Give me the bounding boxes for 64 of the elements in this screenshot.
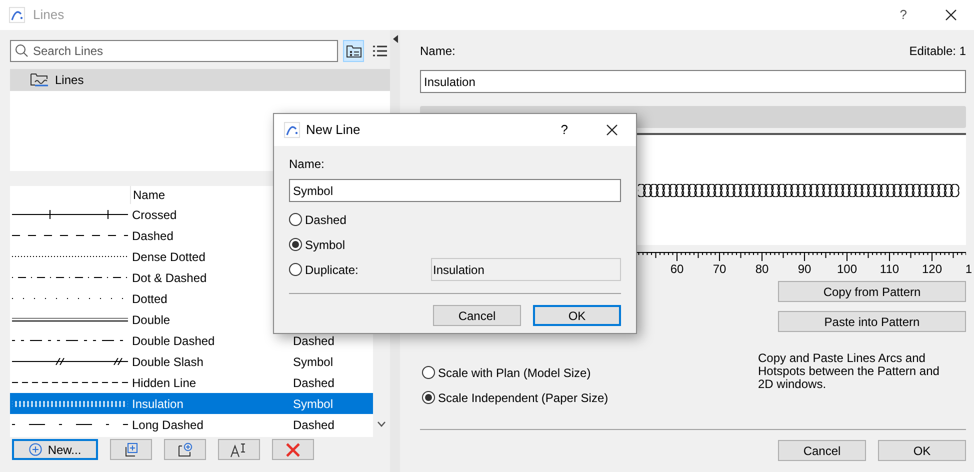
folder-plus-icon	[177, 442, 193, 458]
scroll-down-icon[interactable]	[377, 421, 386, 427]
tree-item[interactable]: Lines	[10, 69, 390, 91]
help-button[interactable]: ?	[900, 5, 907, 25]
radio-button[interactable]	[422, 366, 435, 379]
name-field[interactable]: Symbol	[289, 179, 621, 202]
radio-button[interactable]	[289, 213, 302, 226]
folder-icon	[30, 72, 49, 88]
duplicate-button[interactable]	[110, 439, 152, 460]
delete-button[interactable]	[272, 439, 314, 460]
radio-label[interactable]: Symbol	[305, 236, 428, 254]
ruler-label: 110	[878, 262, 900, 276]
list-row[interactable]: Long Dashed Dashed	[10, 414, 373, 435]
name-field[interactable]: Insulation	[420, 70, 966, 93]
column-header[interactable]: Name	[131, 186, 166, 204]
new-button[interactable]: New...	[12, 439, 98, 460]
arc-icon	[9, 7, 25, 23]
radio-label[interactable]: Dashed	[305, 210, 428, 228]
pattern-button[interactable]: Paste into Pattern	[778, 311, 966, 332]
duplicate-icon	[123, 442, 139, 458]
duplicate-field[interactable]: Insulation	[431, 258, 621, 281]
pattern-button[interactable]: Copy from Pattern	[778, 281, 966, 302]
ruler-label: 100	[836, 262, 858, 276]
list-row[interactable]: Hidden Line Dashed	[10, 372, 373, 393]
list-row[interactable]: Double Dashed Dashed	[10, 330, 373, 351]
close-icon[interactable]	[606, 124, 618, 136]
dialog-title: New Line	[306, 121, 360, 140]
delete-icon	[286, 442, 300, 456]
radio-label[interactable]: Duplicate:	[305, 260, 428, 278]
list-row[interactable]: Double	[10, 309, 373, 330]
text-cursor-icon	[230, 442, 248, 458]
plus-circle-icon	[28, 443, 42, 456]
ruler-label: 60	[669, 262, 685, 276]
new-folder-button[interactable]	[164, 439, 206, 460]
rename-button[interactable]	[218, 439, 260, 460]
ok-button[interactable]: OK	[878, 440, 966, 461]
radio-label[interactable]: Scale Independent (Paper Size)	[438, 388, 608, 406]
name-label: Name:	[289, 156, 326, 173]
arc-icon	[284, 122, 300, 138]
radio-label[interactable]: Scale with Plan (Model Size)	[438, 364, 591, 382]
collapse-arrow-icon[interactable]	[392, 35, 398, 43]
ruler-label: 80	[754, 262, 770, 276]
help-button[interactable]: ?	[560, 120, 568, 140]
folder-view-icon[interactable]	[343, 40, 364, 62]
radio-button[interactable]	[289, 238, 302, 251]
ruler-label: 120	[920, 262, 944, 276]
cancel-button[interactable]: Cancel	[433, 305, 521, 326]
radio-button[interactable]	[422, 391, 435, 404]
ruler-label: 90	[796, 262, 812, 276]
ok-button[interactable]: OK	[533, 305, 621, 326]
description-text: Copy and Paste Lines Arcs and Hotspots between the Pattern and 2D windows.	[758, 352, 940, 393]
cancel-button[interactable]: Cancel	[778, 440, 866, 461]
radio-button[interactable]	[289, 263, 302, 276]
name-label: Name:	[420, 43, 456, 60]
list-row[interactable]: Double Slash Symbol	[10, 351, 373, 372]
editable-count: Editable: 1	[909, 43, 966, 60]
list-row[interactable]: Dotted	[10, 288, 373, 309]
ruler-label: 70	[712, 262, 728, 276]
search-icon	[15, 44, 28, 57]
list-row[interactable]: Insulation Symbol	[10, 393, 373, 414]
window-title: Lines	[33, 6, 64, 24]
ruler-label: 1	[965, 262, 972, 276]
close-icon[interactable]	[945, 9, 957, 21]
search-field[interactable]: Search Lines	[10, 40, 338, 62]
